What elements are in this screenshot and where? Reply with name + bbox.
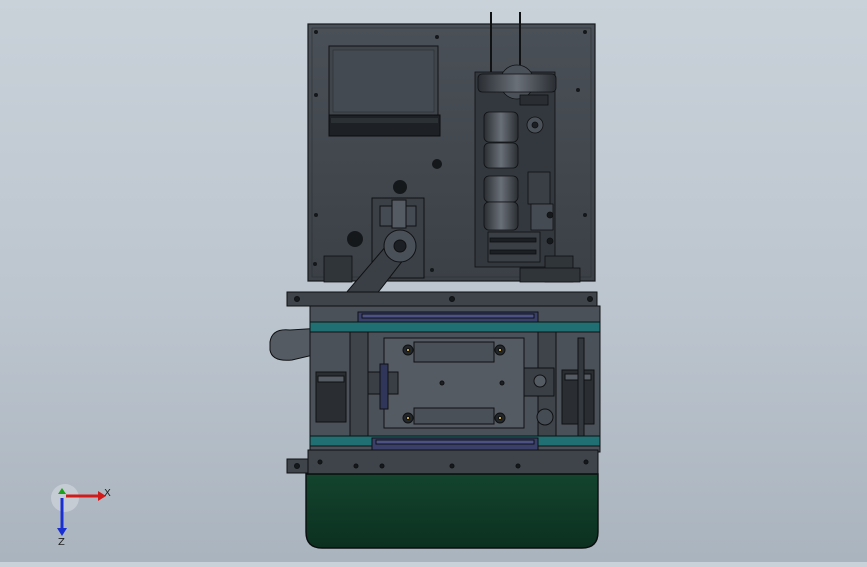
display-housing xyxy=(328,45,441,137)
x-axis-label: X xyxy=(104,488,111,499)
cad-viewport[interactable]: X Z Y xyxy=(0,0,867,562)
machine-drawing: X Z Y xyxy=(51,12,601,549)
base-cabinet xyxy=(305,473,599,549)
z-axis-label: Z xyxy=(58,537,65,548)
roller-tower xyxy=(474,64,557,268)
z-axis-arrow xyxy=(57,528,67,536)
coordinate-triad: X Z Y xyxy=(51,484,111,548)
upper-beam xyxy=(286,291,598,307)
lower-beam xyxy=(286,449,599,475)
middle-frame xyxy=(309,305,601,453)
